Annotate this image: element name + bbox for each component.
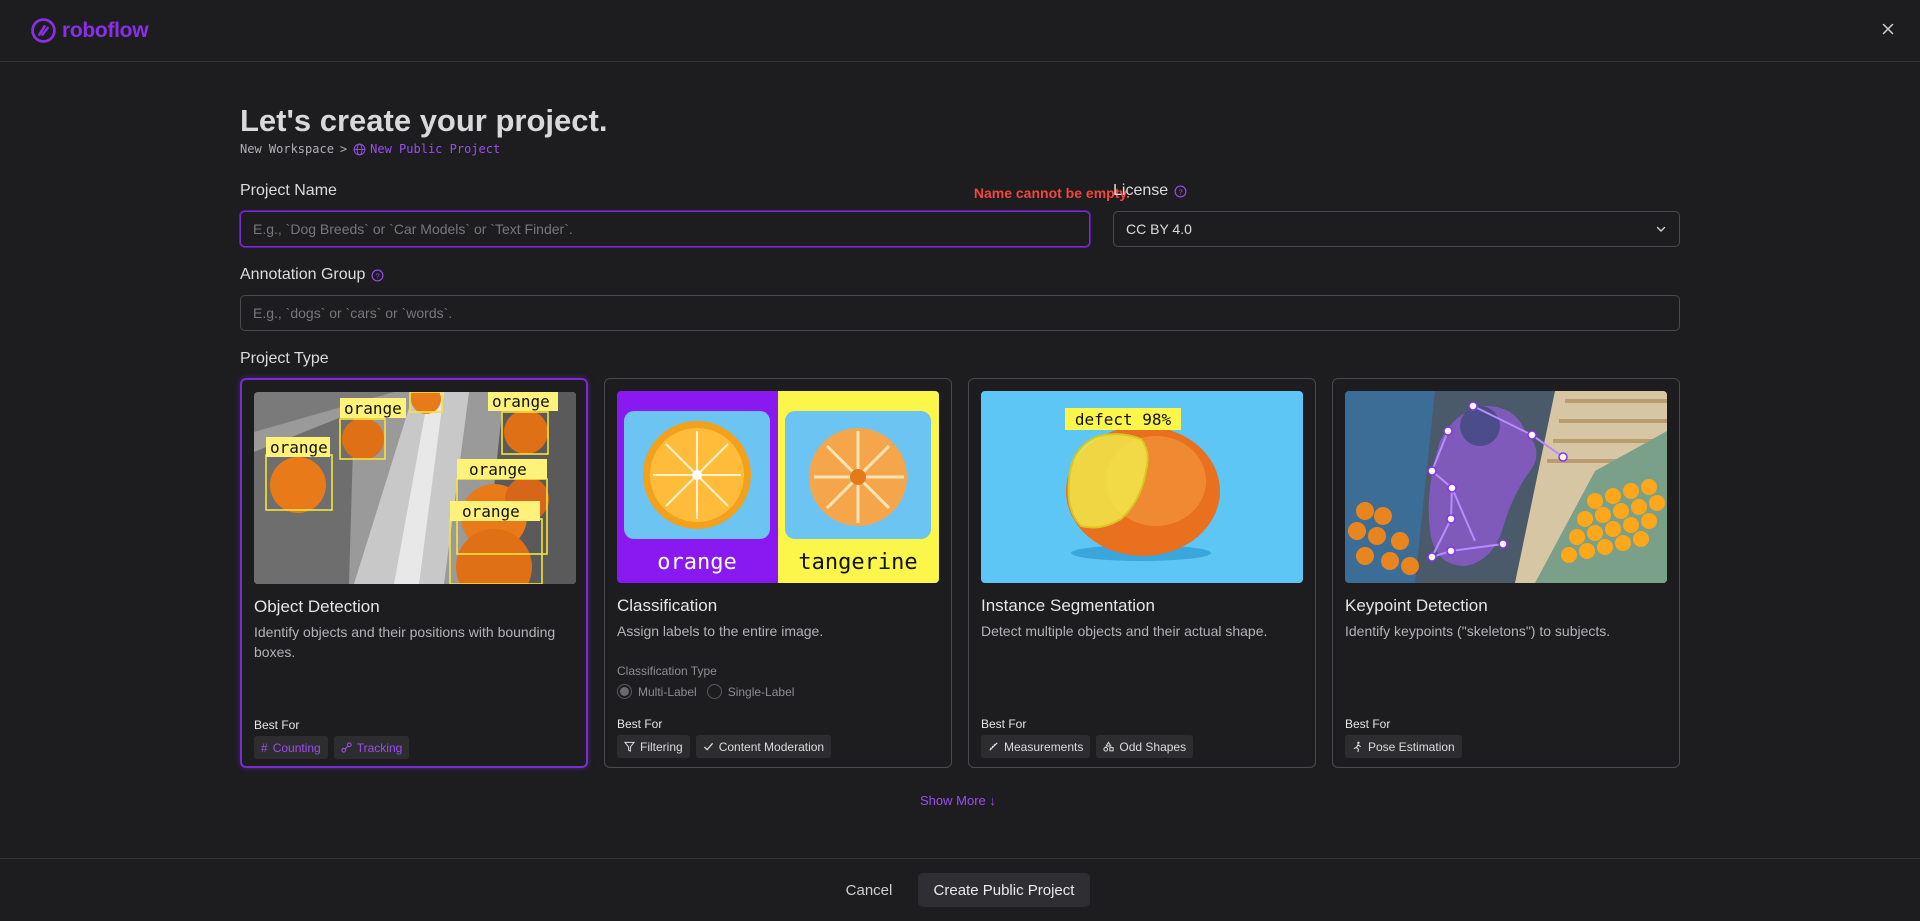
arrow-down-icon: ↓: [989, 793, 996, 808]
shapes-icon: [1103, 741, 1114, 752]
class-label: orange: [657, 550, 736, 575]
chip-label: Pose Estimation: [1368, 739, 1455, 754]
license-select[interactable]: CC BY 4.0: [1113, 211, 1680, 247]
chip-pose-estimation: Pose Estimation: [1345, 735, 1462, 758]
breadcrumb: New Workspace > New Public Project: [240, 142, 500, 156]
radio-label: Multi-Label: [638, 684, 697, 699]
best-for-label: Best For: [981, 717, 1027, 731]
roboflow-logo-icon: [31, 18, 56, 43]
roboflow-logo[interactable]: roboflow: [31, 18, 149, 43]
breadcrumb-current: New Public Project: [353, 142, 500, 156]
project-type-label: Project Type: [240, 350, 329, 368]
tracking-icon: [341, 742, 352, 753]
radio-label: Single-Label: [727, 684, 795, 699]
chip-label: Measurements: [1004, 739, 1084, 754]
globe-icon: [353, 143, 366, 155]
chip-label: Content Moderation: [718, 739, 825, 754]
project-type-label-text: Project Type: [240, 350, 329, 367]
project-name-input[interactable]: [240, 211, 1090, 247]
classification-image: orange tangerine: [617, 391, 939, 583]
detection-label: orange: [492, 392, 550, 411]
help-icon[interactable]: ?: [1174, 185, 1187, 198]
svg-text:?: ?: [1179, 187, 1183, 196]
card-title: Object Detection: [254, 597, 380, 616]
card-description: Detect multiple objects and their actual…: [981, 623, 1268, 639]
close-icon: [1882, 23, 1894, 35]
class-label: tangerine: [798, 550, 917, 575]
radio-multi-label[interactable]: Multi-Label: [617, 684, 697, 699]
card-title: Classification: [617, 596, 718, 615]
license-value: CC BY 4.0: [1126, 221, 1192, 237]
card-title: Keypoint Detection: [1345, 596, 1488, 615]
chip-content-moderation: Content Moderation: [695, 735, 832, 758]
chip-tracking: Tracking: [333, 736, 410, 759]
card-title: Instance Segmentation: [981, 596, 1155, 615]
card-description: Identify keypoints ("skeletons") to subj…: [1345, 623, 1611, 639]
license-label-text: License: [1113, 182, 1169, 199]
annotation-group-label-text: Annotation Group: [240, 266, 366, 283]
detection-label: orange: [469, 460, 527, 479]
detection-label: orange: [270, 438, 328, 457]
classification-type-group: Classification Type Multi-Label Single-L…: [617, 664, 794, 699]
chip-label: Filtering: [640, 739, 683, 754]
annotation-group-input[interactable]: [240, 295, 1680, 331]
keypoint-detection-image: [1345, 391, 1667, 583]
hash-icon: #: [261, 740, 268, 755]
filter-icon: [624, 741, 635, 752]
breadcrumb-separator: >: [339, 142, 348, 156]
chip-label: Counting: [272, 740, 321, 755]
footer: Cancel Create Public Project: [0, 858, 1920, 921]
chip-label: Odd Shapes: [1119, 739, 1187, 754]
radio-indicator: [617, 684, 632, 699]
radio-indicator: [706, 684, 722, 699]
classification-type-label: Classification Type: [617, 664, 717, 678]
project-name-error: Name cannot be empty.: [973, 185, 1130, 201]
top-bar: roboflow: [0, 0, 1920, 62]
pose-icon: [1353, 741, 1361, 752]
project-name-label-text: Project Name: [240, 182, 337, 199]
close-button[interactable]: [1876, 17, 1900, 41]
chevron-down-icon: [1656, 226, 1666, 232]
cancel-button[interactable]: Cancel: [832, 873, 906, 907]
best-for-chips: Filtering Content Moderation: [617, 735, 832, 758]
chip-measurements: Measurements: [981, 735, 1091, 758]
project-type-card-instance-segmentation[interactable]: defect 98% Instance Segmentation Detect …: [968, 378, 1316, 768]
show-more-label: Show More: [920, 793, 986, 808]
svg-text:?: ?: [376, 271, 380, 280]
project-name-label: Project Name: [240, 182, 337, 200]
best-for-label: Best For: [1345, 717, 1391, 731]
project-type-card-keypoint-detection[interactable]: Keypoint Detection Identify keypoints ("…: [1332, 378, 1680, 768]
card-description: Assign labels to the entire image.: [617, 623, 824, 639]
page-title: Let's create your project.: [240, 103, 608, 138]
object-detection-image: orange orange orange orange orange: [254, 392, 576, 584]
breadcrumb-current-label: New Public Project: [370, 142, 501, 156]
project-type-card-object-detection[interactable]: orange orange orange orange orange Objec…: [240, 378, 588, 768]
segmentation-label: defect 98%: [1075, 410, 1172, 429]
best-for-chips: Measurements Odd Shapes: [981, 735, 1194, 758]
instance-segmentation-image: defect 98%: [981, 391, 1303, 583]
ruler-icon: [989, 742, 998, 751]
chip-label: Tracking: [356, 740, 403, 755]
radio-single-label[interactable]: Single-Label: [706, 684, 795, 699]
check-icon: [703, 742, 713, 751]
annotation-group-label: Annotation Group ?: [240, 266, 384, 284]
chip-filtering: Filtering: [617, 735, 690, 758]
best-for-label: Best For: [254, 718, 300, 732]
best-for-chips: Pose Estimation: [1345, 735, 1462, 758]
show-more-button[interactable]: Show More ↓: [920, 793, 996, 808]
create-project-button[interactable]: Create Public Project: [918, 873, 1090, 907]
help-icon[interactable]: ?: [371, 269, 384, 282]
chip-odd-shapes: Odd Shapes: [1096, 735, 1194, 758]
best-for-chips: # Counting Tracking: [254, 736, 410, 759]
card-description: Identify objects and their positions wit…: [254, 624, 556, 660]
chip-counting: # Counting: [254, 736, 328, 759]
project-type-card-classification[interactable]: orange tangerine Classification Assign l…: [604, 378, 952, 768]
best-for-label: Best For: [617, 717, 663, 731]
license-label: License ?: [1113, 182, 1187, 200]
detection-label: orange: [462, 502, 520, 521]
detection-label: orange: [344, 399, 402, 418]
breadcrumb-workspace[interactable]: New Workspace: [240, 142, 334, 156]
brand-name: roboflow: [62, 18, 149, 42]
